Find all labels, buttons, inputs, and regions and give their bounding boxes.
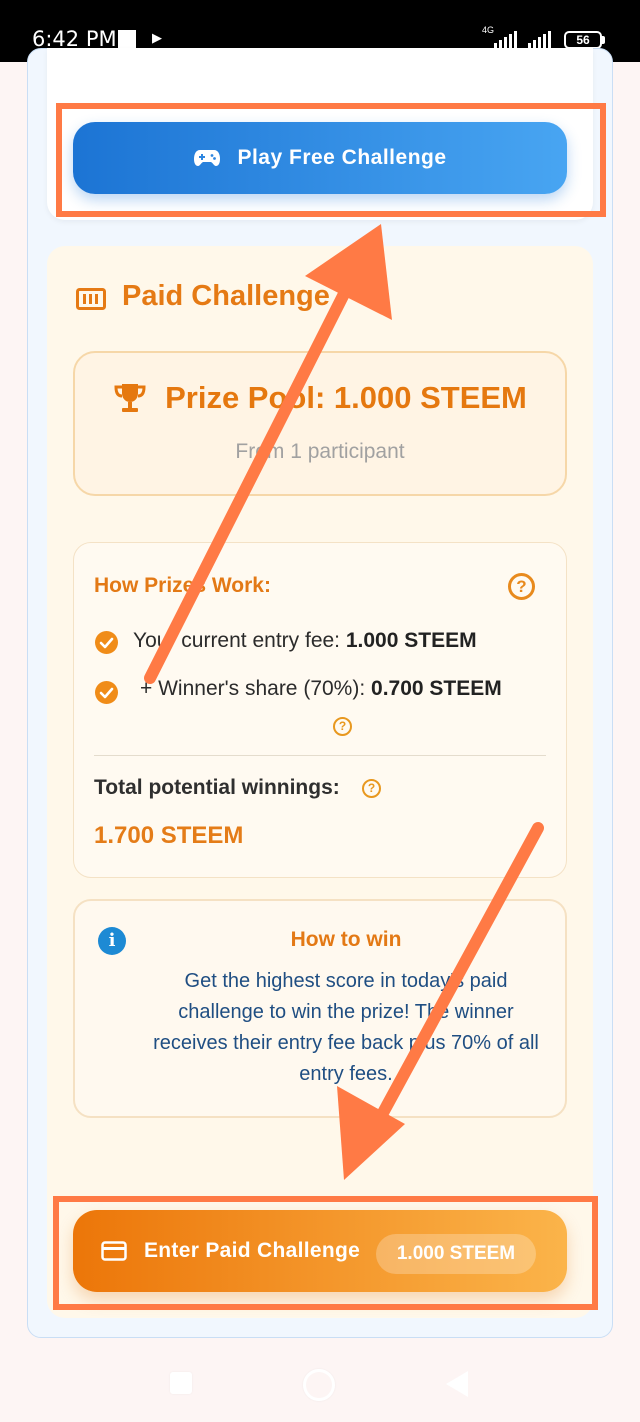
prize-participants: From 1 participant xyxy=(235,440,405,463)
total-winnings-value: 1.700 STEEM xyxy=(94,822,244,849)
check-circle-icon xyxy=(95,681,118,704)
entry-fee-value: 1.000 STEEM xyxy=(345,629,477,652)
entry-fee-line: Your current entry fee: 1.000 STEEM xyxy=(133,629,477,653)
how-to-win-description: Get the highest score in today's paid ch… xyxy=(153,970,539,1085)
battery-icon: 56 xyxy=(564,31,602,49)
total-winnings-label: Total potential winnings: xyxy=(94,776,340,799)
winner-share-value: 0.700 STEEM xyxy=(371,677,502,700)
play-store-icon: ▶ xyxy=(152,30,162,45)
notification-icon xyxy=(118,30,136,48)
trophy-icon xyxy=(114,384,146,412)
winner-share-line: + Winner's share (70%): 0.700 STEEM xyxy=(140,677,502,701)
how-to-win-title: How to win xyxy=(290,928,402,951)
winner-share-label: + Winner's share (70%): xyxy=(140,677,372,700)
prize-pool-box xyxy=(73,351,567,496)
how-prizes-work-title: How Prizes Work: xyxy=(94,574,271,597)
back-button[interactable] xyxy=(446,1371,468,1397)
info-icon: i xyxy=(98,927,126,955)
highlight-box-free xyxy=(56,103,606,217)
help-icon[interactable]: ? xyxy=(508,573,535,600)
signal-icon xyxy=(494,31,517,48)
network-type: 4G xyxy=(482,25,495,35)
entry-fee-label: Your current entry fee: xyxy=(133,629,346,652)
battery-tip xyxy=(602,36,605,44)
prize-pool-row: Prize Pool: 1.000 STEEM xyxy=(73,380,567,416)
prize-pool-text: Prize Pool: 1.000 STEEM xyxy=(165,380,527,415)
check-circle-icon xyxy=(95,631,118,654)
divider xyxy=(94,755,546,756)
recent-apps-button[interactable] xyxy=(170,1372,192,1394)
signal-icon-2 xyxy=(528,31,551,48)
help-icon[interactable]: ? xyxy=(362,779,381,798)
home-button[interactable] xyxy=(303,1369,335,1401)
ticket-icon xyxy=(76,288,106,310)
paid-challenge-title: Paid Challenge xyxy=(122,280,330,312)
help-icon[interactable]: ? xyxy=(333,717,352,736)
highlight-box-paid xyxy=(53,1196,598,1310)
